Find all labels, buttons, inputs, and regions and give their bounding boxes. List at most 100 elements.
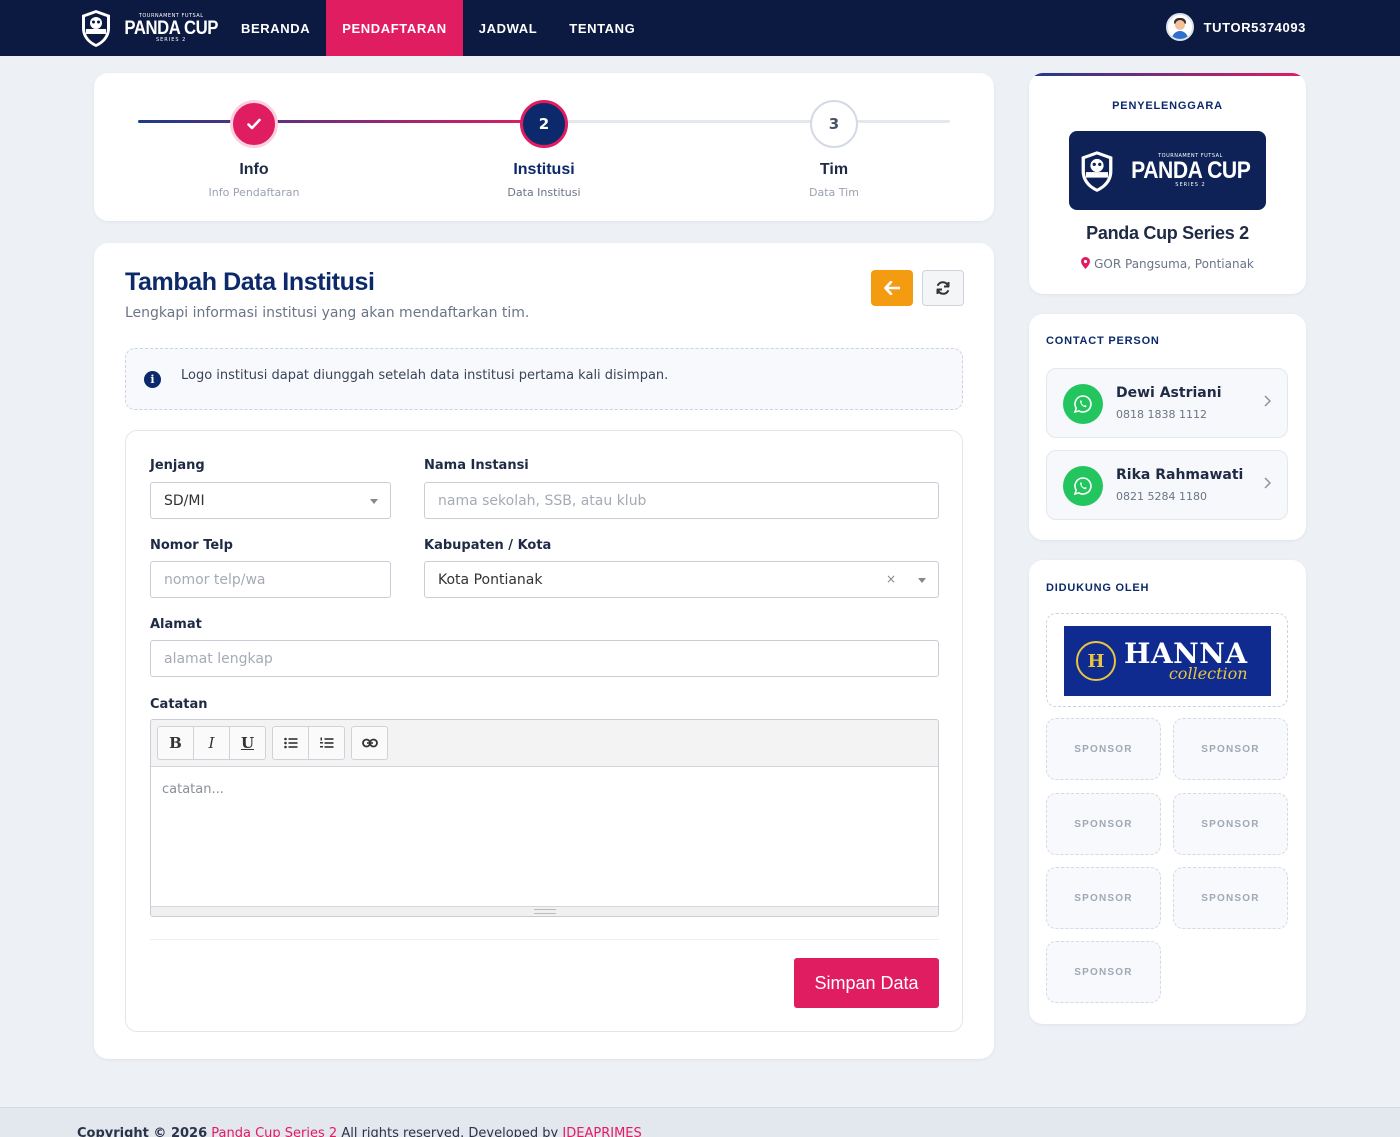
contact-phone: 0818 1838 1112: [1116, 408, 1207, 421]
whatsapp-icon: [1063, 384, 1103, 424]
step-institusi-circle[interactable]: 2: [520, 100, 568, 148]
save-button[interactable]: Simpan Data: [794, 958, 939, 1008]
step-tim-subtitle: Data Tim: [809, 186, 859, 199]
copyright-middle: All rights reserved. Developed by: [341, 1126, 559, 1137]
user-menu[interactable]: TUTOR5374093: [1165, 13, 1306, 41]
avatar: [1165, 13, 1194, 41]
catatan-placeholder[interactable]: catatan...: [162, 782, 224, 797]
info-icon: i: [144, 371, 161, 388]
kabupaten-select[interactable]: Kota Pontianak ×: [424, 561, 939, 598]
stepper-progress: [138, 120, 544, 123]
sponsor-slot[interactable]: SPONSOR: [1046, 793, 1161, 855]
hanna-sub: collection: [1168, 664, 1248, 683]
hanna-logo: H HANNA collection: [1064, 626, 1271, 696]
nav-pendaftaran[interactable]: PENDAFTARAN: [326, 0, 463, 56]
page-subtitle: Lengkapi informasi institusi yang akan m…: [125, 305, 530, 321]
alamat-input[interactable]: alamat lengkap: [150, 640, 939, 677]
numbered-list-button[interactable]: [308, 726, 345, 760]
panda-shield-icon: [1081, 150, 1113, 192]
gradient-bar: [1029, 73, 1306, 76]
organizer-logo-name: PANDA CUP: [1130, 156, 1251, 184]
contact-section-title: CONTACT PERSON: [1046, 335, 1160, 347]
footer-site-link[interactable]: Panda Cup Series 2: [211, 1126, 337, 1137]
bullet-list-icon: [283, 737, 297, 749]
organizer-location: GOR Pangsuma, Pontianak: [1029, 257, 1306, 271]
info-text: Logo institusi dapat diunggah setelah da…: [181, 368, 669, 383]
step-tim-circle[interactable]: 3: [810, 100, 858, 148]
kabupaten-label: Kabupaten / Kota: [424, 538, 552, 553]
chevron-down-icon: [918, 578, 926, 583]
organizer-name: Panda Cup Series 2: [1086, 223, 1249, 243]
info-alert: i Logo institusi dapat diunggah setelah …: [125, 348, 963, 410]
jenjang-label: Jenjang: [150, 458, 205, 473]
bullet-list-button[interactable]: [272, 726, 309, 760]
arrow-left-icon: [884, 281, 900, 295]
brand-name: PANDA CUP: [124, 17, 218, 39]
nav-links: BERANDA PENDAFTARAN JADWAL TENTANG: [225, 0, 651, 56]
nama-instansi-input[interactable]: nama sekolah, SSB, atau klub: [424, 482, 939, 519]
developer-link[interactable]: IDEAPRIMES: [562, 1126, 641, 1137]
username: TUTOR5374093: [1203, 19, 1306, 35]
registration-stepper: Info Info Pendaftaran 2 Institusi Data I…: [94, 73, 994, 221]
contact-phone: 0821 5284 1180: [1116, 490, 1207, 503]
step-info-title: Info: [239, 161, 269, 178]
italic-button[interactable]: I: [193, 726, 230, 760]
nav-beranda[interactable]: BERANDA: [225, 0, 326, 56]
check-icon: [247, 118, 261, 130]
organizer-section-title: PENYELENGGARA: [1112, 100, 1223, 112]
refresh-button[interactable]: [922, 270, 964, 306]
nav-tentang[interactable]: TENTANG: [553, 0, 651, 56]
nomor-telp-input[interactable]: nomor telp/wa: [150, 561, 391, 598]
top-navbar: TOURNAMENT FUTSAL PANDA CUP SERIES 2 BER…: [0, 0, 1400, 56]
editor-toolbar: B I U: [151, 720, 938, 767]
step-tim-title: Tim: [819, 161, 849, 178]
copyright-prefix: Copyright © 2026: [77, 1126, 208, 1137]
sponsor-section-title: DIDUKUNG OLEH: [1046, 582, 1150, 594]
sponsor-slot[interactable]: SPONSOR: [1046, 867, 1161, 929]
map-pin-icon: [1081, 257, 1091, 269]
chevron-right-icon: [1264, 395, 1271, 407]
nomor-telp-label: Nomor Telp: [150, 538, 233, 553]
refresh-icon: [936, 281, 950, 295]
page-title: Tambah Data Institusi: [125, 268, 375, 296]
step-info-circle[interactable]: [230, 100, 278, 148]
contact-name: Dewi Astriani: [1116, 385, 1222, 401]
jenjang-select[interactable]: SD/MI: [150, 482, 391, 519]
hanna-badge-icon: H: [1076, 641, 1116, 681]
link-button[interactable]: [351, 726, 388, 760]
underline-button[interactable]: U: [229, 726, 266, 760]
kabupaten-value: Kota Pontianak: [438, 571, 543, 588]
clear-icon[interactable]: ×: [886, 572, 896, 586]
sponsor-slot[interactable]: SPONSOR: [1173, 718, 1288, 780]
chevron-right-icon: [1264, 477, 1271, 489]
sponsor-slot[interactable]: SPONSOR: [1046, 718, 1161, 780]
form-divider: [150, 939, 939, 940]
numbered-list-icon: [319, 737, 333, 748]
catatan-editor: B I U catatan...: [150, 719, 939, 917]
resize-grip-icon: [534, 909, 556, 914]
contact-item[interactable]: Rika Rahmawati 0821 5284 1180: [1046, 450, 1288, 520]
nav-jadwal[interactable]: JADWAL: [463, 0, 554, 56]
footer: Copyright © 2026 Panda Cup Series 2 All …: [0, 1107, 1400, 1137]
sponsor-card: DIDUKUNG OLEH H HANNA collection SPONSOR…: [1029, 560, 1306, 1024]
contact-card: CONTACT PERSON Dewi Astriani 0818 1838 1…: [1029, 314, 1306, 540]
brand-logo[interactable]: TOURNAMENT FUTSAL PANDA CUP SERIES 2: [78, 6, 224, 50]
editor-resize-bar[interactable]: [151, 906, 938, 916]
sponsor-slot[interactable]: SPONSOR: [1173, 793, 1288, 855]
sponsor-slot[interactable]: SPONSOR: [1173, 867, 1288, 929]
panda-shield-icon: [82, 10, 110, 47]
institution-form-card: Tambah Data Institusi Lengkapi informasi…: [94, 243, 994, 1059]
whatsapp-icon: [1063, 466, 1103, 506]
sponsor-slot[interactable]: SPONSOR: [1046, 941, 1161, 1003]
step-info-subtitle: Info Pendaftaran: [208, 186, 300, 199]
main-sponsor[interactable]: H HANNA collection: [1046, 613, 1288, 707]
contact-item[interactable]: Dewi Astriani 0818 1838 1112: [1046, 368, 1288, 438]
copyright-text: Copyright © 2026 Panda Cup Series 2 All …: [77, 1126, 642, 1137]
chevron-down-icon: [370, 499, 378, 504]
link-icon: [361, 738, 378, 748]
step-institusi-title: Institusi: [513, 161, 575, 178]
nama-instansi-label: Nama Instansi: [424, 458, 529, 473]
bold-button[interactable]: B: [157, 726, 194, 760]
back-button[interactable]: [871, 270, 913, 306]
step-institusi-subtitle: Data Institusi: [507, 186, 581, 199]
